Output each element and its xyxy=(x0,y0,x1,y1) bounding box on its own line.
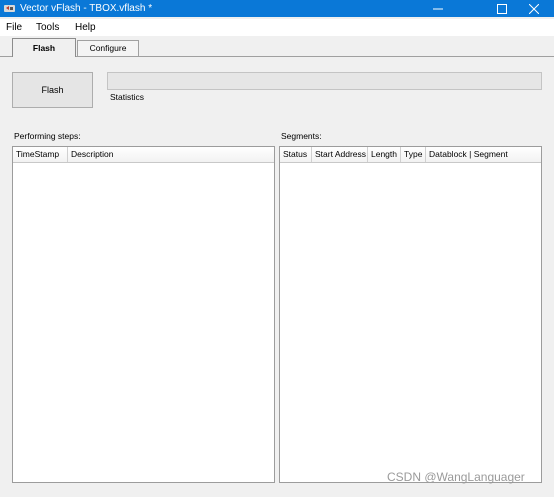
watermark: CSDN @WangLanguager xyxy=(387,470,525,484)
tab-configure[interactable]: Configure xyxy=(77,40,139,56)
menu-help[interactable]: Help xyxy=(75,22,96,34)
column-header-type[interactable]: Type xyxy=(401,147,426,162)
menu-tools[interactable]: Tools xyxy=(36,22,59,34)
segments-header-row: Status Start Address Length Type Datablo… xyxy=(280,147,541,163)
title-bar: Vector vFlash - TBOX.vflash * xyxy=(0,0,554,17)
column-header-start-address[interactable]: Start Address xyxy=(312,147,368,162)
column-header-description[interactable]: Description xyxy=(68,147,274,162)
close-button[interactable] xyxy=(514,0,554,17)
flash-progress-bar xyxy=(107,72,542,90)
performing-steps-list[interactable]: TimeStamp Description xyxy=(12,146,275,483)
minimize-button[interactable] xyxy=(418,0,458,17)
column-header-length[interactable]: Length xyxy=(368,147,401,162)
statistics-label: Statistics xyxy=(110,92,145,102)
window-title: Vector vFlash - TBOX.vflash * xyxy=(20,3,153,14)
flash-button[interactable]: Flash xyxy=(12,72,93,108)
steps-header-row: TimeStamp Description xyxy=(13,147,274,163)
tab-flash[interactable]: Flash xyxy=(12,38,76,57)
segments-list[interactable]: Status Start Address Length Type Datablo… xyxy=(279,146,542,483)
menu-bar: File Tools Help xyxy=(0,19,554,36)
tab-strip: Flash Configure xyxy=(0,38,554,57)
minimize-icon xyxy=(433,8,443,9)
menu-file[interactable]: File xyxy=(6,22,22,34)
column-header-datablock-segment[interactable]: Datablock | Segment xyxy=(426,147,541,162)
vflash-app-icon xyxy=(4,5,15,12)
segments-label: Segments: xyxy=(281,131,322,141)
close-icon xyxy=(529,3,539,14)
maximize-icon xyxy=(497,3,507,14)
performing-steps-label: Performing steps: xyxy=(14,131,81,141)
column-header-status[interactable]: Status xyxy=(280,147,312,162)
column-header-timestamp[interactable]: TimeStamp xyxy=(13,147,68,162)
